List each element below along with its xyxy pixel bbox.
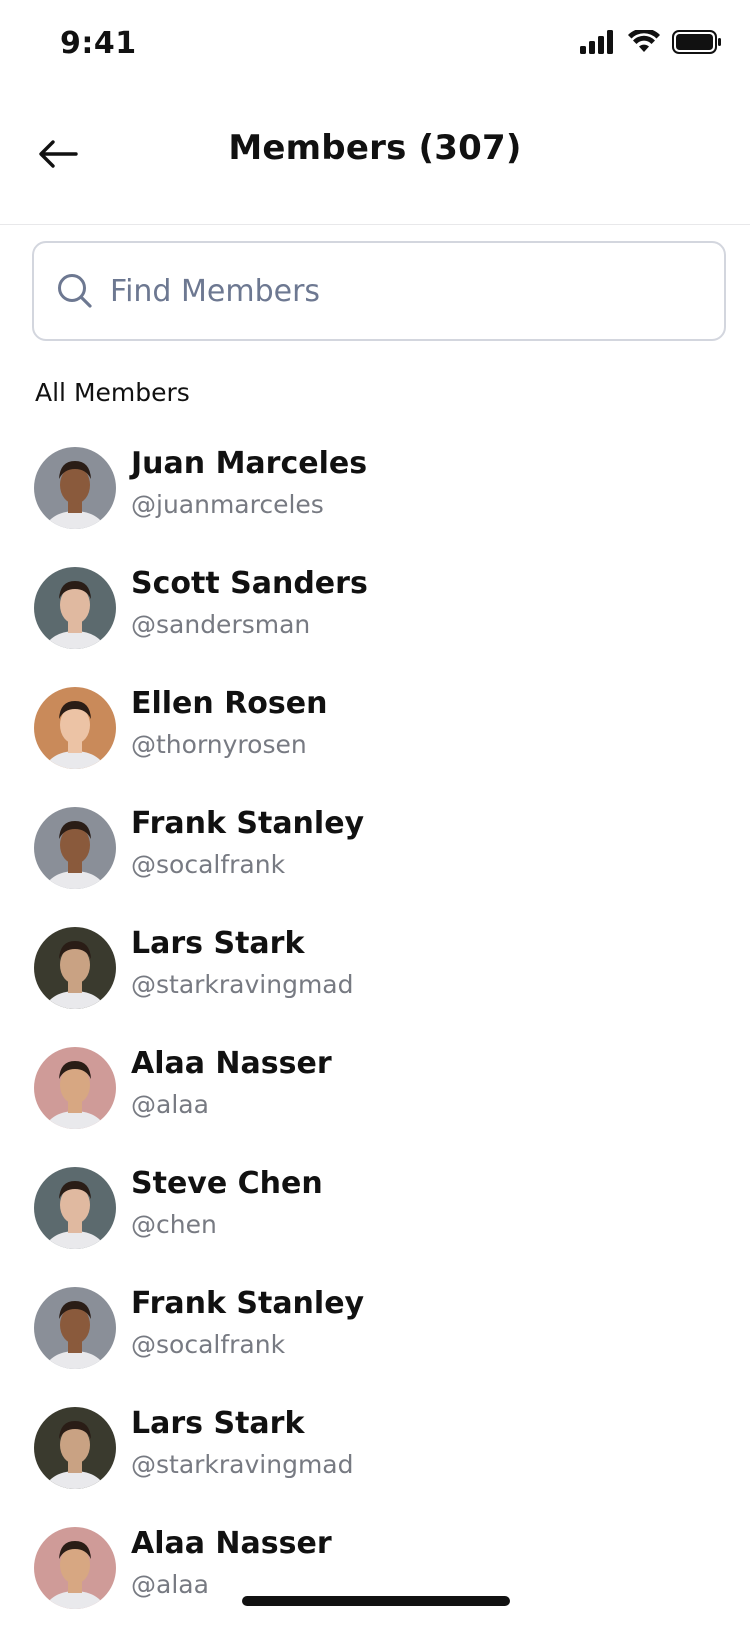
page-title: Members (307) (228, 128, 522, 168)
search-box[interactable] (32, 241, 726, 341)
member-row[interactable]: Alaa Nasser @alaa (0, 1032, 750, 1152)
member-row[interactable]: Ellen Rosen @thornyrosen (0, 672, 750, 792)
member-handle: @alaa (131, 1090, 209, 1119)
member-name: Lars Stark (131, 926, 305, 961)
wifi-icon (628, 30, 660, 52)
member-name: Ellen Rosen (131, 686, 328, 721)
avatar (34, 447, 116, 529)
member-handle: @alaa (131, 1570, 209, 1599)
avatar (34, 1407, 116, 1489)
search-input[interactable] (108, 272, 672, 310)
member-row[interactable]: Alaa Nasser @alaa (0, 1512, 750, 1632)
avatar (34, 927, 116, 1009)
member-handle: @starkravingmad (131, 970, 354, 999)
avatar (34, 807, 116, 889)
navigation-header: Members (307) (0, 90, 750, 225)
status-icons (580, 30, 722, 54)
members-list: Juan Marceles @juanmarceles Scott Sander… (0, 432, 750, 1632)
avatar (34, 1167, 116, 1249)
avatar (34, 687, 116, 769)
status-bar: 9:41 (0, 0, 750, 90)
member-handle: @socalfrank (131, 850, 286, 879)
cellular-signal-icon (580, 30, 613, 54)
avatar (34, 1527, 116, 1609)
member-name: Juan Marceles (131, 446, 368, 481)
member-row[interactable]: Lars Stark @starkravingmad (0, 912, 750, 1032)
member-name: Frank Stanley (131, 1286, 365, 1321)
member-row[interactable]: Juan Marceles @juanmarceles (0, 432, 750, 552)
member-handle: @starkravingmad (131, 1450, 354, 1479)
member-name: Alaa Nasser (131, 1526, 332, 1561)
member-row[interactable]: Frank Stanley @socalfrank (0, 792, 750, 912)
member-name: Scott Sanders (131, 566, 368, 601)
section-label: All Members (35, 378, 190, 407)
member-row[interactable]: Scott Sanders @sandersman (0, 552, 750, 672)
search-icon (58, 274, 92, 308)
home-indicator (242, 1596, 510, 1606)
avatar (34, 567, 116, 649)
member-handle: @sandersman (131, 610, 311, 639)
battery-icon (672, 30, 721, 54)
member-row[interactable]: Steve Chen @chen (0, 1152, 750, 1272)
member-handle: @juanmarceles (131, 490, 324, 519)
member-name: Lars Stark (131, 1406, 305, 1441)
member-handle: @thornyrosen (131, 730, 307, 759)
member-row[interactable]: Frank Stanley @socalfrank (0, 1272, 750, 1392)
member-name: Alaa Nasser (131, 1046, 332, 1081)
avatar (34, 1287, 116, 1369)
member-handle: @chen (131, 1210, 217, 1239)
avatar (34, 1047, 116, 1129)
status-time: 9:41 (60, 26, 137, 61)
member-handle: @socalfrank (131, 1330, 286, 1359)
member-name: Steve Chen (131, 1166, 323, 1201)
member-row[interactable]: Lars Stark @starkravingmad (0, 1392, 750, 1512)
member-name: Frank Stanley (131, 806, 365, 841)
